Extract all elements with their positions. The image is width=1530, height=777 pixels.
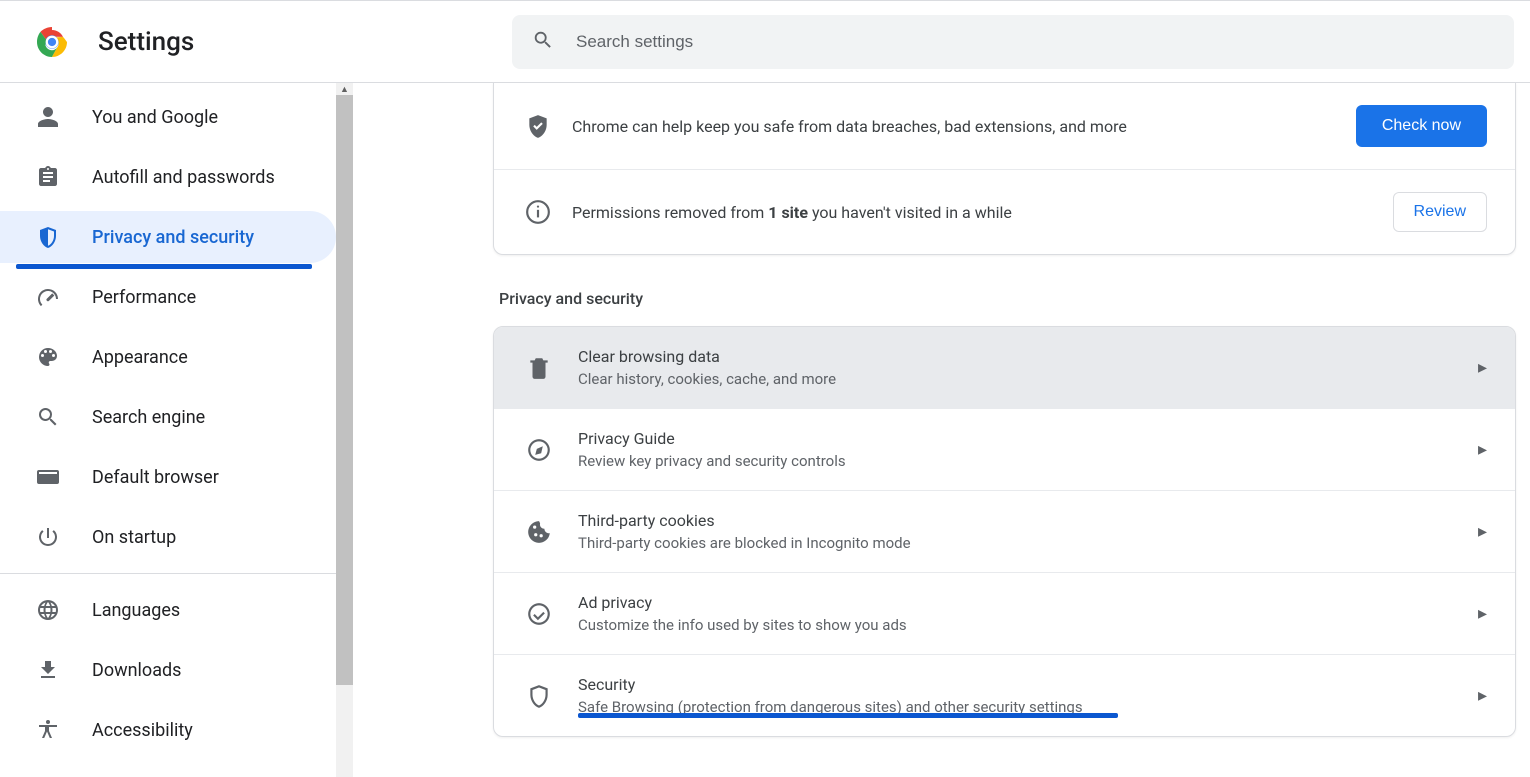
person-icon <box>34 105 62 129</box>
row-privacy-guide[interactable]: Privacy Guide Review key privacy and sec… <box>494 408 1515 490</box>
cookie-icon <box>522 519 556 545</box>
shield-icon <box>34 225 62 249</box>
row-subtitle: Review key privacy and security controls <box>578 452 1478 470</box>
row-ad-privacy[interactable]: Ad privacy Customize the info used by si… <box>494 572 1515 654</box>
sidebar-item-label: Languages <box>92 600 180 621</box>
permissions-suffix: you haven't visited in a while <box>808 203 1012 222</box>
search-icon <box>532 29 554 55</box>
active-underline <box>16 264 312 269</box>
main-content: Chrome can help keep you safe from data … <box>353 83 1530 777</box>
speedometer-icon <box>34 285 62 309</box>
sidebar-item-you-and-google[interactable]: You and Google <box>0 91 336 143</box>
sidebar-item-label: You and Google <box>92 107 218 128</box>
sidebar-item-label: Appearance <box>92 347 188 368</box>
sidebar-item-performance[interactable]: Performance <box>0 271 336 323</box>
compass-icon <box>522 437 556 463</box>
row-title: Clear browsing data <box>578 347 1478 366</box>
shield-check-icon <box>522 113 554 139</box>
scroll-up-icon[interactable]: ▲ <box>336 83 353 95</box>
sidebar-divider <box>0 573 336 574</box>
chevron-right-icon: ▸ <box>1478 439 1487 460</box>
sidebar-scrollbar[interactable]: ▲ <box>336 83 353 777</box>
safety-check-card: Chrome can help keep you safe from data … <box>493 83 1516 255</box>
chevron-right-icon: ▸ <box>1478 357 1487 378</box>
trash-icon <box>522 355 556 381</box>
shield-outline-icon <box>522 683 556 709</box>
sidebar-item-label: Privacy and security <box>92 227 254 248</box>
row-title: Third-party cookies <box>578 511 1478 530</box>
sidebar-item-label: Downloads <box>92 660 181 681</box>
sidebar-item-label: Default browser <box>92 467 219 488</box>
sidebar-item-label: Autofill and passwords <box>92 167 275 188</box>
highlight-underline <box>578 713 1118 718</box>
sidebar-item-privacy-security[interactable]: Privacy and security <box>0 211 336 263</box>
sidebar-item-label: Search engine <box>92 407 205 428</box>
row-subtitle: Clear history, cookies, cache, and more <box>578 370 1478 388</box>
palette-icon <box>34 345 62 369</box>
section-title: Privacy and security <box>499 289 1516 308</box>
safety-check-row: Chrome can help keep you safe from data … <box>494 83 1515 169</box>
sidebar-item-languages[interactable]: Languages <box>0 584 336 636</box>
chevron-right-icon: ▸ <box>1478 685 1487 706</box>
chevron-right-icon: ▸ <box>1478 603 1487 624</box>
globe-icon <box>34 598 62 622</box>
row-clear-browsing-data[interactable]: Clear browsing data Clear history, cooki… <box>494 327 1515 408</box>
permissions-removed-row: Permissions removed from 1 site you have… <box>494 169 1515 254</box>
sidebar-item-label: On startup <box>92 527 176 548</box>
chevron-right-icon: ▸ <box>1478 521 1487 542</box>
info-icon <box>522 199 554 225</box>
row-title: Privacy Guide <box>578 429 1478 448</box>
sidebar-item-autofill[interactable]: Autofill and passwords <box>0 151 336 203</box>
power-icon <box>34 525 62 549</box>
search-icon <box>34 405 62 429</box>
browser-icon <box>34 465 62 489</box>
row-subtitle: Safe Browsing (protection from dangerous… <box>578 698 1478 716</box>
clipboard-icon <box>34 165 62 189</box>
row-title: Security <box>578 675 1478 694</box>
search-input[interactable] <box>576 32 1494 52</box>
review-button[interactable]: Review <box>1393 192 1487 232</box>
row-third-party-cookies[interactable]: Third-party cookies Third-party cookies … <box>494 490 1515 572</box>
sidebar-item-downloads[interactable]: Downloads <box>0 644 336 696</box>
sidebar-item-accessibility[interactable]: Accessibility <box>0 704 336 756</box>
chrome-logo-icon <box>34 24 70 60</box>
row-subtitle: Customize the info used by sites to show… <box>578 616 1478 634</box>
safety-check-text: Chrome can help keep you safe from data … <box>572 117 1356 136</box>
permissions-prefix: Permissions removed from <box>572 203 768 222</box>
row-security[interactable]: Security Safe Browsing (protection from … <box>494 654 1515 736</box>
sidebar: ▲ You and Google Autofill and passwords <box>0 83 353 777</box>
check-now-button[interactable]: Check now <box>1356 105 1487 147</box>
page-title: Settings <box>98 27 194 57</box>
sidebar-item-label: Performance <box>92 287 196 308</box>
sidebar-item-on-startup[interactable]: On startup <box>0 511 336 563</box>
sidebar-item-label: Accessibility <box>92 720 193 741</box>
permissions-count: 1 site <box>768 203 808 222</box>
ads-icon <box>522 601 556 627</box>
sidebar-item-search-engine[interactable]: Search engine <box>0 391 336 443</box>
search-settings[interactable] <box>512 15 1514 69</box>
privacy-settings-list: Clear browsing data Clear history, cooki… <box>493 326 1516 737</box>
permissions-text: Permissions removed from 1 site you have… <box>572 203 1393 222</box>
sidebar-item-appearance[interactable]: Appearance <box>0 331 336 383</box>
header: Settings <box>0 1 1530 83</box>
row-subtitle: Third-party cookies are blocked in Incog… <box>578 534 1478 552</box>
scrollbar-thumb[interactable] <box>336 95 353 685</box>
accessibility-icon <box>34 718 62 742</box>
download-icon <box>34 658 62 682</box>
row-title: Ad privacy <box>578 593 1478 612</box>
sidebar-item-default-browser[interactable]: Default browser <box>0 451 336 503</box>
